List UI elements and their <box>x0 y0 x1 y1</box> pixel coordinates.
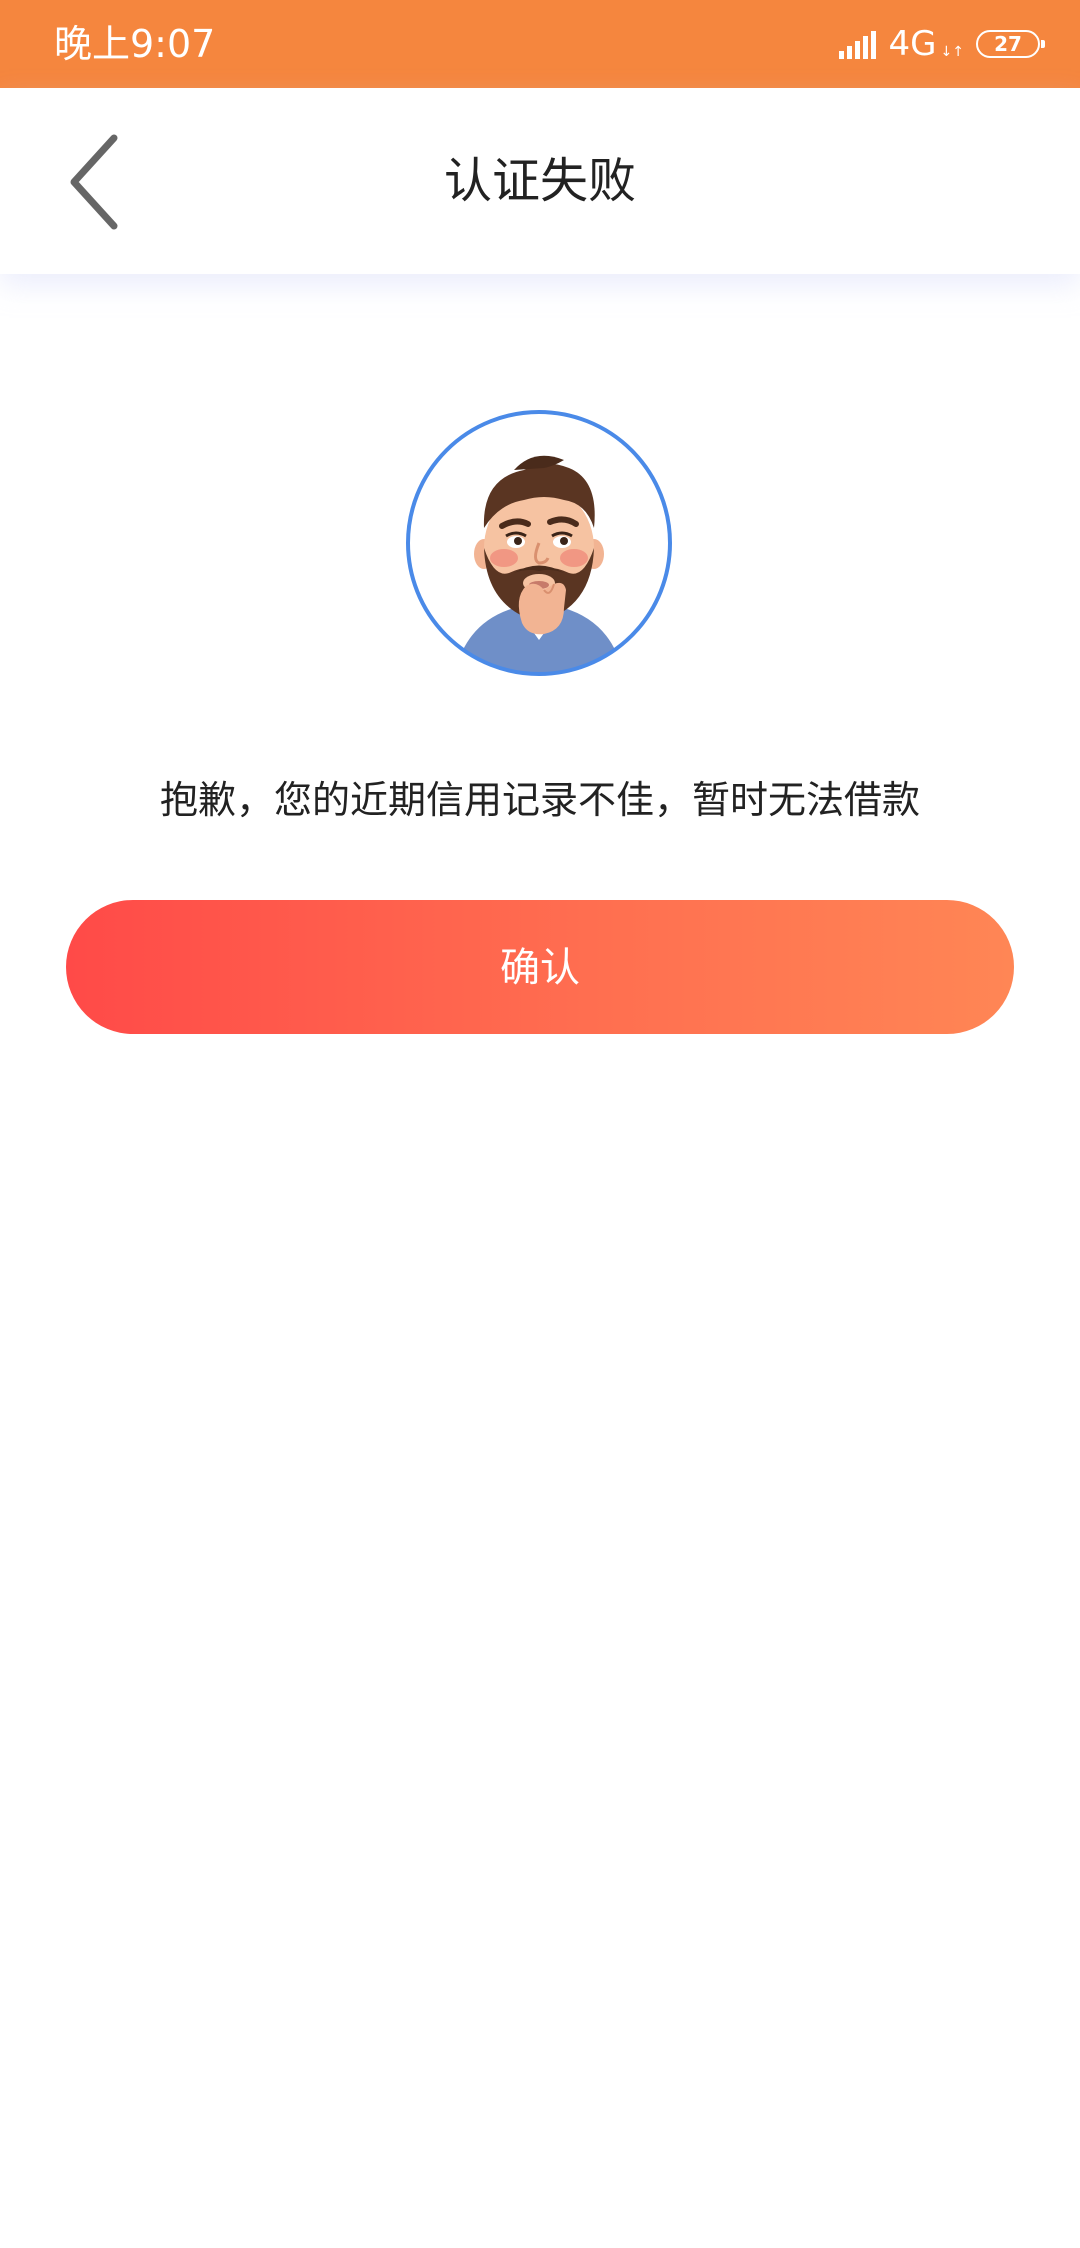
chevron-left-icon <box>70 134 118 230</box>
page-title: 认证失败 <box>443 153 636 209</box>
screen: 晚上9:07 4G ↓↑ 27 认证失败 抱歉，您的近期信用记录不佳，暂时无法借… <box>0 0 1080 2248</box>
status-bar: 晚上9:07 4G ↓↑ 27 <box>0 0 1080 88</box>
status-indicators: 4G ↓↑ 27 <box>838 24 1045 64</box>
navigation-header: 认证失败 <box>0 88 1080 274</box>
battery-level: 27 <box>994 32 1022 56</box>
battery-icon: 27 <box>976 30 1045 58</box>
network-type: 4G <box>888 24 937 64</box>
data-activity-icon: ↓↑ <box>940 44 964 60</box>
back-button[interactable] <box>56 128 136 236</box>
signal-icon <box>838 29 879 59</box>
confirm-button[interactable]: 确认 <box>66 900 1014 1034</box>
status-time: 晚上9:07 <box>54 22 216 66</box>
failure-message: 抱歉，您的近期信用记录不佳，暂时无法借款 <box>159 778 920 822</box>
avatar-illustration <box>406 410 672 676</box>
thinking-man-avatar <box>404 408 674 678</box>
